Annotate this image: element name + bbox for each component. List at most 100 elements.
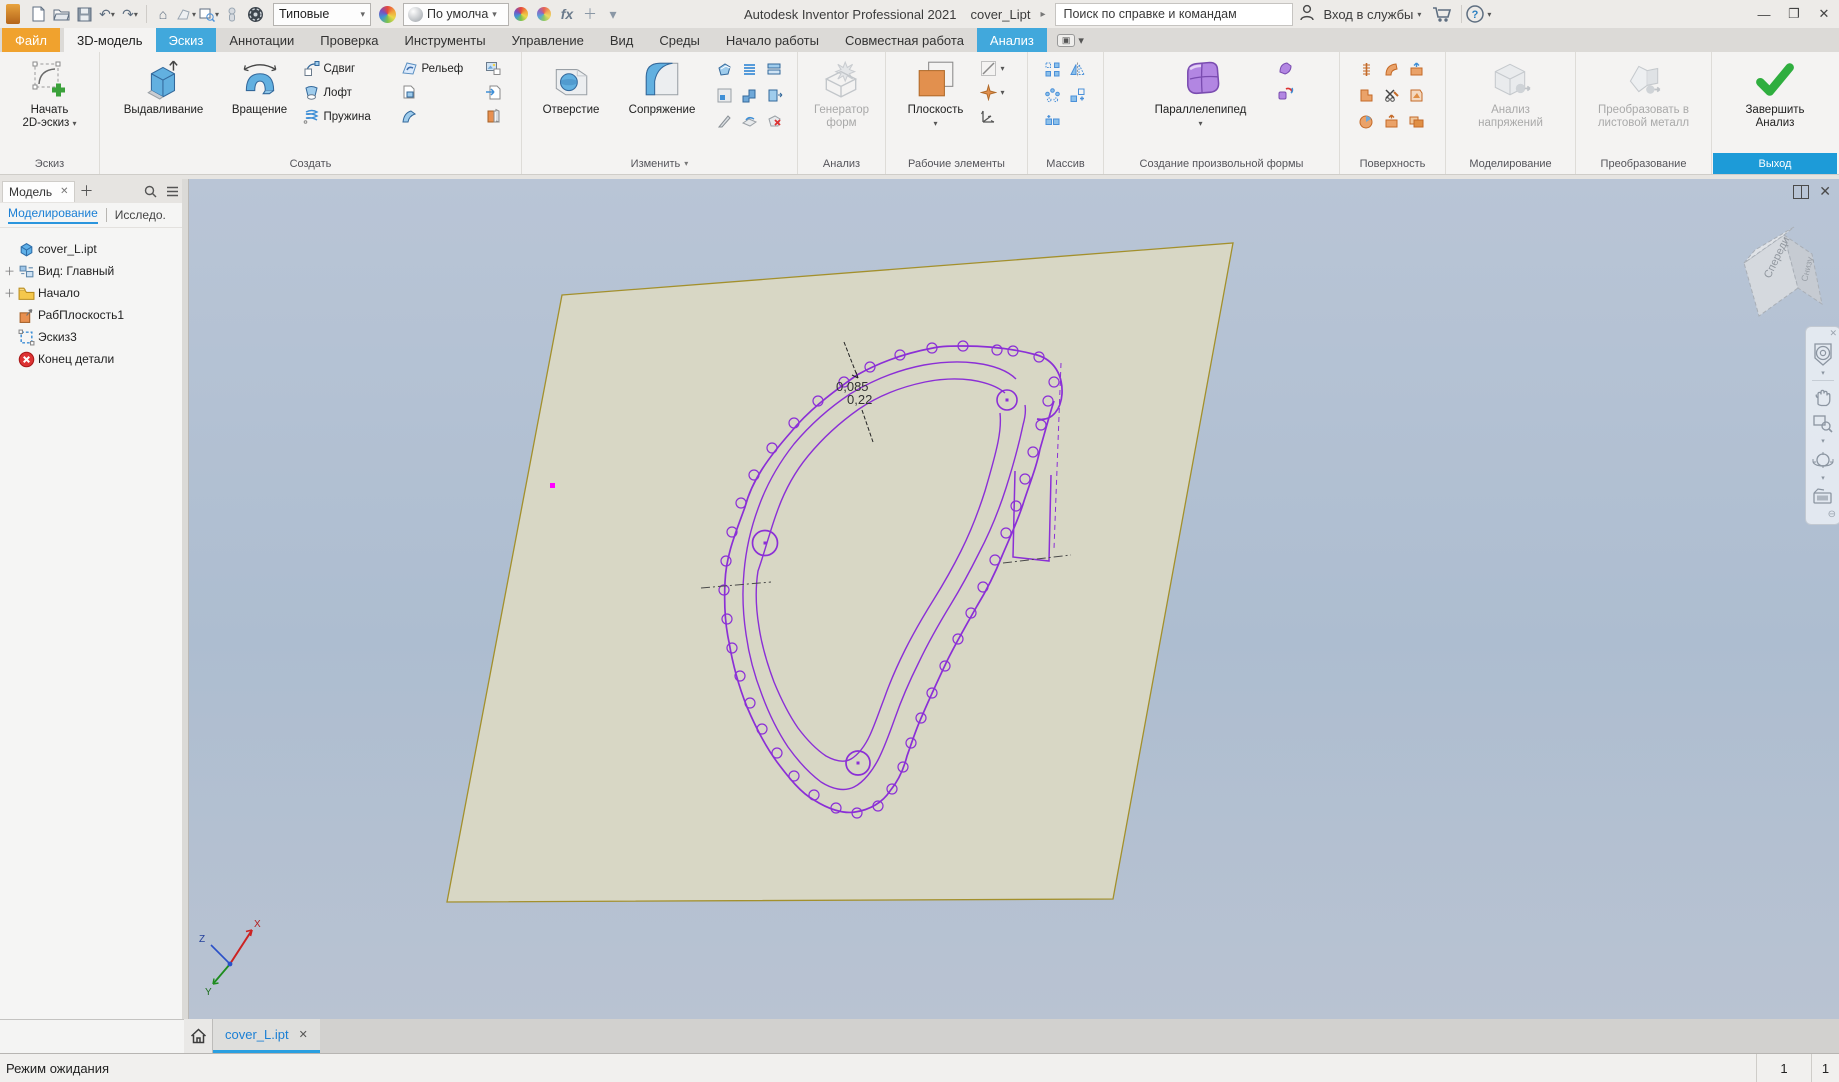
home-tab-button[interactable]	[184, 1019, 213, 1053]
sculpt-icon[interactable]	[741, 113, 758, 130]
sketch-ghost-icon[interactable]: ▾	[175, 3, 197, 25]
tree-expander-icon[interactable]: ＋	[4, 285, 15, 301]
adjust-color-icon[interactable]	[510, 3, 532, 25]
sweep-button[interactable]: Сдвиг	[303, 59, 399, 78]
view-cube[interactable]: Спереди Снизу	[1743, 226, 1823, 317]
tree-item-part[interactable]: cover_L.ipt	[0, 238, 182, 260]
ribbon-tab-совместная-работа[interactable]: Совместная работа	[832, 28, 977, 52]
ribbon-display-options[interactable]: ▣ ▾	[1056, 28, 1084, 52]
group-label-modify[interactable]: Изменить ▾	[522, 153, 797, 174]
navbar-orbit-caret-icon[interactable]: ▾	[1821, 475, 1825, 482]
coil-button[interactable]: Пружина	[303, 107, 399, 126]
measure-icon[interactable]: ▾	[198, 3, 220, 25]
fillet-button[interactable]: Сопряжение	[616, 55, 708, 118]
ribbon-tab-вид[interactable]: Вид	[597, 28, 647, 52]
loft-button[interactable]: Лофт	[303, 83, 399, 102]
restore-button[interactable]: ❐	[1779, 2, 1809, 26]
help-icon[interactable]: ? ▾	[1466, 3, 1491, 25]
ribbon-tab-управление[interactable]: Управление	[499, 28, 597, 52]
freeform-face-button[interactable]	[1277, 59, 1301, 78]
browser-tab-model[interactable]: Модель ✕	[2, 180, 76, 202]
work-plane-face[interactable]	[446, 242, 1234, 903]
rectangular-pattern-icon[interactable]	[1044, 61, 1061, 78]
extrude-button[interactable]: Выдавливание	[111, 55, 217, 118]
open-file-icon[interactable]	[50, 3, 72, 25]
tree-item-sketch[interactable]: Эскиз3	[0, 326, 182, 348]
ribbon-tab-начало-работы[interactable]: Начало работы	[713, 28, 832, 52]
work-point-button[interactable]: ▾	[979, 83, 1020, 102]
look-at-icon[interactable]	[1810, 485, 1836, 507]
viewport[interactable]: 0,085 0,22 Спереди Снизу X Y Z ✕ ✕ ▾ ▾ ▾…	[189, 179, 1839, 1019]
face-offset-icon[interactable]	[1358, 87, 1375, 104]
pan-hand-icon[interactable]	[1811, 384, 1835, 408]
save-icon[interactable]	[73, 3, 95, 25]
sketch-pattern-icon[interactable]	[1069, 87, 1086, 104]
delete-face-icon[interactable]	[766, 113, 783, 130]
combine-icon[interactable]	[741, 87, 758, 104]
help-search-input[interactable]	[1061, 6, 1288, 22]
browser-menu-icon[interactable]	[162, 186, 182, 197]
ribbon-tab-проверка[interactable]: Проверка	[307, 28, 391, 52]
tree-item-folder[interactable]: ＋ Начало	[0, 282, 182, 304]
navbar-zoom-caret-icon[interactable]: ▾	[1821, 438, 1825, 445]
close-button[interactable]: ✕	[1809, 2, 1839, 26]
ribbon-tab-эскиз[interactable]: Эскиз	[155, 28, 217, 52]
freeform-convert-button[interactable]	[1277, 83, 1301, 102]
tree-item-view[interactable]: ＋ Вид: Главный	[0, 260, 182, 282]
browser-tab-close-icon[interactable]: ✕	[60, 186, 68, 197]
material-combo[interactable]: Типовые ▾	[273, 2, 371, 26]
document-tab-active[interactable]: cover_L.ipt ✕	[213, 1019, 320, 1053]
store-cart-icon[interactable]	[1431, 3, 1453, 25]
move-face-icon[interactable]	[766, 87, 783, 104]
qat-customize-icon[interactable]: ▾	[602, 3, 624, 25]
decal-button[interactable]	[485, 59, 511, 78]
finish-analysis-button[interactable]: Завершить Анализ	[1742, 55, 1807, 131]
doc-tab-close-icon[interactable]: ✕	[299, 1028, 308, 1041]
work-axis-button[interactable]: ▾	[980, 59, 1020, 78]
color-wheel-icon[interactable]	[376, 3, 398, 25]
import-button[interactable]	[485, 83, 511, 102]
add-qat-icon[interactable]: ＋	[579, 3, 601, 25]
minimize-button[interactable]: —	[1749, 2, 1779, 26]
undo-icon[interactable]: ↶ ▾	[96, 3, 118, 25]
browser-add-tab-button[interactable]: ＋	[77, 181, 95, 201]
ribbon-tab-анализ[interactable]: Анализ	[976, 28, 1047, 52]
start-2d-sketch-button[interactable]: Начать 2D-эскиз ▾	[19, 55, 79, 131]
trim-icon[interactable]	[1383, 87, 1400, 104]
navbar-close-icon[interactable]: ✕	[1829, 329, 1837, 338]
navigation-wheel-icon[interactable]	[1811, 341, 1835, 367]
tree-item-eop[interactable]: Конец детали	[0, 348, 182, 370]
boundary-patch-icon[interactable]	[1383, 61, 1400, 78]
mirror-icon[interactable]	[1069, 61, 1086, 78]
browser-search-icon[interactable]	[140, 185, 160, 198]
extend-icon[interactable]	[1408, 87, 1425, 104]
thread-icon[interactable]	[741, 61, 758, 78]
circular-pattern-icon[interactable]	[1044, 87, 1061, 104]
stitch-icon[interactable]	[1358, 61, 1375, 78]
close-doc-icon[interactable]: ✕	[1819, 183, 1831, 200]
tree-item-workplane[interactable]: РабПлоскость1	[0, 304, 182, 326]
revolve-button[interactable]: Вращение	[219, 55, 301, 118]
ipart-author-button[interactable]	[485, 107, 511, 126]
shell-icon[interactable]	[716, 61, 733, 78]
emboss-button[interactable]: Рельеф	[401, 59, 483, 78]
pattern-plus-icon[interactable]	[1044, 113, 1061, 130]
replace-face-icon[interactable]	[1383, 113, 1400, 130]
draft-icon[interactable]	[716, 113, 733, 130]
unwrap-button[interactable]	[401, 107, 483, 126]
redo-icon[interactable]: ↷ ▾	[119, 3, 141, 25]
split-icon[interactable]	[766, 61, 783, 78]
restore-doc-icon[interactable]	[1793, 184, 1810, 199]
browser-subtab-explore[interactable]: Исследо.	[115, 208, 166, 222]
appearance-combo[interactable]: По умолча ▾	[403, 2, 509, 26]
derive-button[interactable]	[401, 83, 483, 102]
patch-icon[interactable]	[1358, 113, 1375, 130]
navbar-minimize-icon[interactable]: ⊖	[1828, 510, 1836, 520]
tree-expander-icon[interactable]: ＋	[4, 263, 15, 279]
help-search-box[interactable]	[1055, 2, 1294, 26]
local-update-icon[interactable]	[221, 3, 243, 25]
search-flyout-arrow[interactable]: ▸	[1040, 9, 1045, 20]
new-file-icon[interactable]	[27, 3, 49, 25]
corner-icon[interactable]	[716, 87, 733, 104]
render-wheel-icon[interactable]	[244, 3, 266, 25]
